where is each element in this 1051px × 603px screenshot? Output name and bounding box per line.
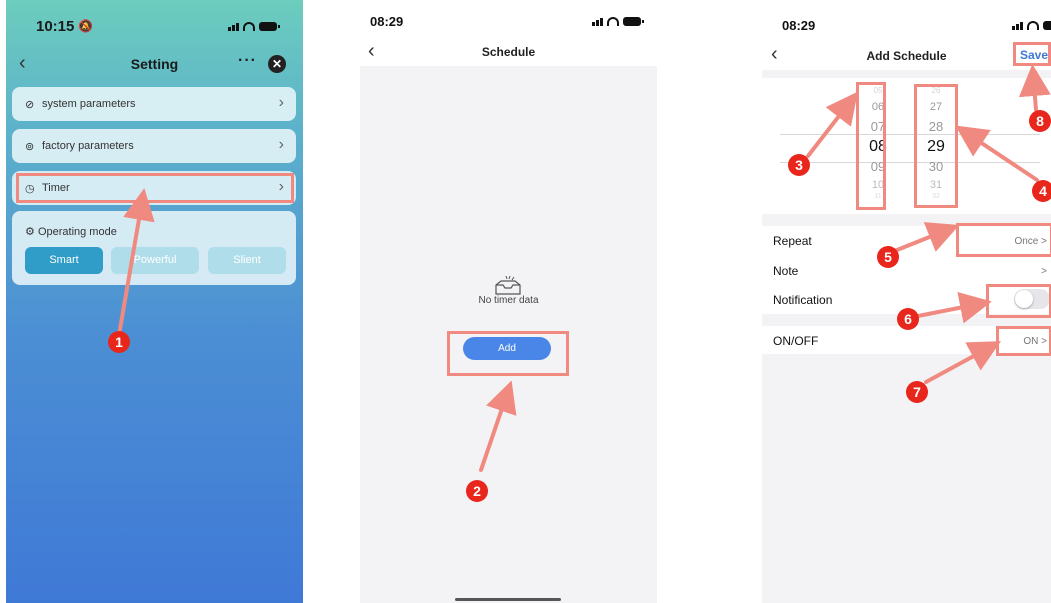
status-icons [228,22,280,31]
battery-icon [623,17,644,26]
operating-mode-label: ⚙ Operating mode [25,226,117,238]
mode-powerful-button[interactable]: Powerful [111,247,199,274]
close-button[interactable]: ✕ [268,55,286,73]
menu-item-factory-parameters[interactable]: ⊚ factory parameters › [12,129,296,163]
chevron-right-icon: › [278,136,284,153]
page-title: Add Schedule [866,49,947,63]
annotation-badge-6: 6 [897,308,919,330]
battery-icon [259,22,280,31]
annotation-badge-4: 4 [1032,180,1051,202]
highlight-repeat [956,223,1051,257]
signal-icon [228,22,239,31]
annotation-badge-5: 5 [877,246,899,268]
annotation-badge-8: 8 [1029,110,1051,132]
row-label: Note [773,264,799,278]
menu-item-label: factory parameters [42,140,134,152]
row-label: ON/OFF [773,334,819,348]
row-label: Notification [773,293,833,307]
menu-item-system-parameters[interactable]: ⊘ system parameters › [12,87,296,121]
operating-mode-card: ⚙ Operating mode Smart Powerful Slient [12,211,296,285]
annotation-badge-2: 2 [466,480,488,502]
status-icons [1012,21,1051,30]
page-title: Schedule [481,45,536,59]
setting-screen: 10:15 🔕 ‹ Setting ··· ✕ ⊘ system paramet… [6,0,303,603]
picker-divider [780,134,1040,135]
gear-icon: ⚙ [25,226,35,238]
annotation-badge-1: 1 [108,331,130,353]
wifi-icon [1027,21,1039,30]
page-title: Setting [130,56,179,72]
status-time: 08:29 [782,18,816,33]
time-picker[interactable] [762,78,1051,214]
empty-box-icon [495,276,521,295]
note-row[interactable]: Note > [762,256,1051,284]
schedule-screen: 08:29 ‹ Schedule No timer data Add [360,0,657,603]
highlight-minute-wheel [914,84,958,208]
empty-state-text: No timer data [478,295,539,306]
status-time: 08:29 [370,14,404,29]
mode-silent-button[interactable]: Slient [208,247,286,274]
wifi-icon [243,22,255,31]
battery-icon [1043,21,1051,30]
highlight-hour-wheel [856,82,886,210]
row-label: Repeat [773,234,812,248]
annotation-badge-7: 7 [906,381,928,403]
mode-smart-button[interactable]: Smart [25,247,103,274]
status-time: 10:15 [36,18,75,35]
annotation-badge-3: 3 [788,154,810,176]
highlight-notification [986,284,1051,318]
highlight-save [1013,42,1051,66]
signal-icon [592,17,603,26]
chevron-right-icon: › [278,94,284,111]
highlight-add [447,331,569,376]
picker-divider [780,162,1040,163]
chevron-right-icon: > [1041,266,1047,277]
highlight-onoff [996,326,1051,356]
status-icons [592,17,644,26]
gauge-icon: ⊘ [25,98,35,111]
signal-icon [1012,21,1023,30]
home-indicator [455,598,561,601]
menu-item-label: system parameters [42,98,136,110]
wifi-icon [607,17,619,26]
more-options-icon[interactable]: ··· [238,52,257,70]
mute-bell-icon: 🔕 [78,19,93,33]
settings-icon: ⊚ [25,140,35,153]
highlight-timer [16,173,294,203]
